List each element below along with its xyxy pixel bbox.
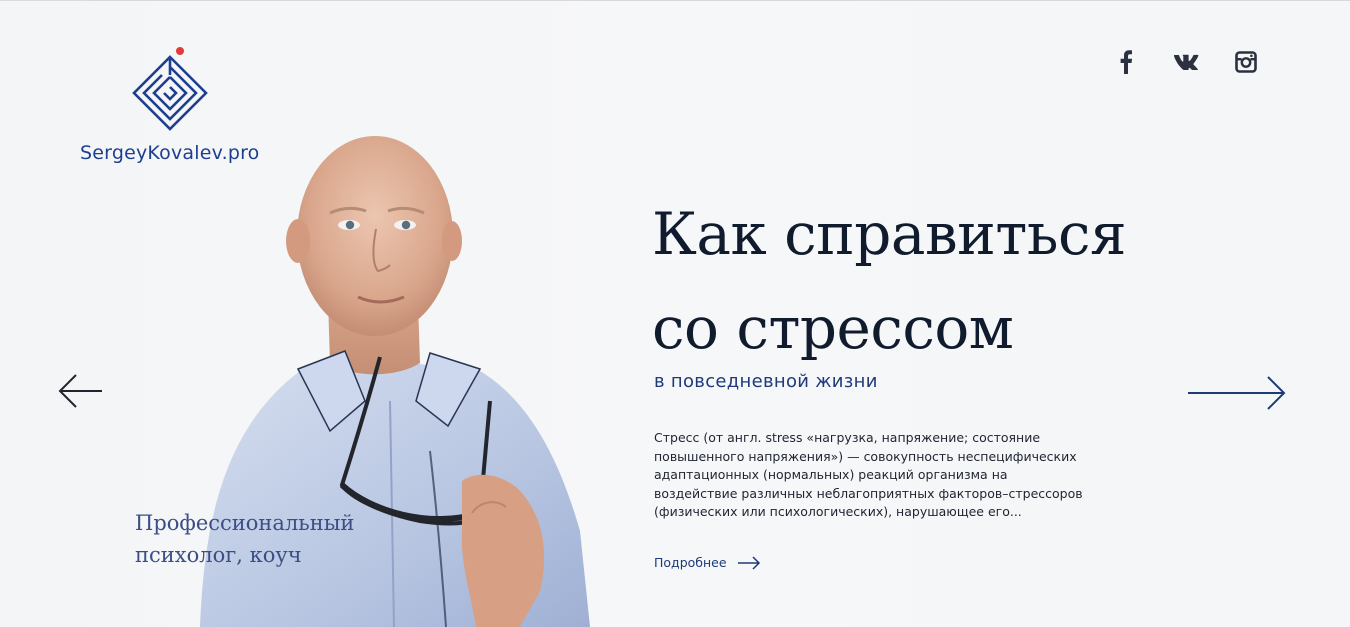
- facebook-icon: [1120, 50, 1133, 74]
- hero-title: Как справиться со стрессом: [652, 187, 1172, 375]
- read-more-label: Подробнее: [654, 555, 727, 570]
- hero-section: SergeyKovalev.pro Профессиональный психо…: [0, 1, 1350, 627]
- hero-description: Стресс (от англ. stress «нагрузка, напря…: [654, 430, 1083, 519]
- hero-title-line-1: Как справиться: [652, 200, 1127, 268]
- role-line-1: Профессиональный: [135, 511, 355, 535]
- vk-icon: [1174, 54, 1199, 70]
- instagram-icon: [1235, 51, 1257, 73]
- social-links: [1096, 47, 1276, 77]
- read-more-link[interactable]: Подробнее: [654, 555, 761, 570]
- role-line-2: психолог, коуч: [135, 543, 302, 567]
- arrow-left-icon: [58, 374, 102, 408]
- hero-title-line-2: со стрессом: [652, 294, 1014, 362]
- vk-link[interactable]: [1156, 47, 1216, 77]
- hero-subtitle: в повседневной жизни: [654, 371, 878, 392]
- arrow-right-small-icon: [737, 555, 760, 570]
- role-caption: Профессиональный психолог, коуч: [135, 507, 375, 571]
- next-slide-button[interactable]: [1186, 373, 1290, 418]
- facebook-link[interactable]: [1096, 47, 1156, 77]
- instagram-link[interactable]: [1216, 47, 1276, 77]
- prev-slide-button[interactable]: [56, 371, 104, 416]
- arrow-right-icon: [1188, 376, 1286, 410]
